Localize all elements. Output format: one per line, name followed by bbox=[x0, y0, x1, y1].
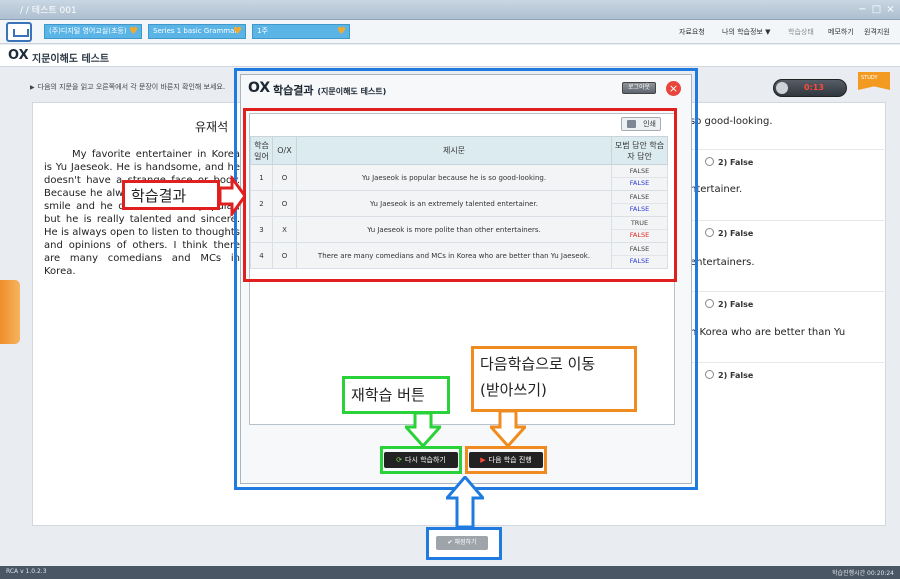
series-select[interactable]: Series 1 basic Grammar ♥ bbox=[148, 24, 246, 39]
question-1-false-option[interactable]: 2) False bbox=[705, 157, 753, 167]
question-2-false-option[interactable]: 2) False bbox=[705, 228, 753, 238]
page-title: 지문이해도 테스트 bbox=[32, 54, 110, 65]
arrow-down-icon bbox=[405, 413, 441, 447]
callout-retry: 재학습 버튼 bbox=[342, 376, 450, 414]
study-badge: STUDY bbox=[858, 72, 890, 90]
version-text: RCA v 1.0.2.3 bbox=[6, 568, 47, 575]
question-3-text: entertainers. bbox=[690, 257, 755, 268]
study-time-text: 학습진행시간 00:20:24 bbox=[832, 570, 894, 577]
callout-next-line2: (받아쓰기) bbox=[480, 381, 547, 399]
side-tab-handle[interactable] bbox=[0, 280, 20, 344]
menu-memo[interactable]: 메모하기 bbox=[828, 27, 854, 37]
course-select-value: (주)디지털 영어교실(초등) bbox=[49, 27, 127, 35]
question-4-false-option[interactable]: 2) False bbox=[705, 370, 753, 380]
study-badge-label: STUDY bbox=[861, 75, 878, 81]
series-select-value: Series 1 basic Grammar bbox=[153, 27, 238, 35]
arrow-right-icon bbox=[220, 176, 246, 216]
submit-button-label: 채점하기 bbox=[454, 539, 477, 546]
question-3-false-option[interactable]: 2) False bbox=[705, 299, 753, 309]
menu-my-info[interactable]: 나의 학습정보 ▼ bbox=[722, 27, 770, 37]
timer-toggle[interactable]: 0:13 bbox=[773, 79, 847, 97]
arrow-down-icon bbox=[490, 411, 526, 447]
status-bar: RCA v 1.0.2.3 학습진행시간 00:20:24 bbox=[0, 566, 900, 579]
next-highlight-outline bbox=[465, 446, 547, 474]
divider bbox=[690, 362, 886, 363]
ox-logo: OX bbox=[8, 48, 29, 63]
app-logo-icon bbox=[6, 22, 32, 42]
favorite-heart-icon: ♥ bbox=[337, 26, 346, 37]
callout-next-line1: 다음학습으로 이동 bbox=[480, 355, 596, 373]
course-select[interactable]: (주)디지털 영어교실(초등) ♥ bbox=[44, 24, 142, 39]
callout-result: 학습결과 bbox=[122, 180, 220, 210]
favorite-heart-icon: ♥ bbox=[233, 26, 242, 37]
favorite-heart-icon: ♥ bbox=[129, 26, 138, 37]
page-header: OX 지문이해도 테스트 bbox=[0, 45, 900, 67]
question-1-text: so good-looking. bbox=[690, 116, 773, 127]
toggle-knob bbox=[776, 82, 788, 94]
menu-bar: (주)디지털 영어교실(초등) ♥ Series 1 basic Grammar ♥… bbox=[0, 20, 900, 44]
instructions-text: 다음의 지문을 읽고 오른쪽에서 각 문장이 바른지 확인해 보세요. bbox=[30, 82, 225, 92]
maximize-icon[interactable]: □ bbox=[870, 3, 883, 16]
question-4-text: n Korea who are better than Yu bbox=[690, 327, 846, 338]
submit-button[interactable]: ✔ 채점하기 bbox=[436, 536, 488, 550]
callout-next: 다음학습으로 이동 (받아쓰기) bbox=[471, 346, 637, 412]
menu-request-data[interactable]: 자료요청 bbox=[679, 27, 705, 37]
menu-remote-support[interactable]: 원격지원 bbox=[864, 27, 890, 37]
retry-highlight-outline bbox=[380, 446, 462, 474]
arrow-up-icon bbox=[446, 476, 484, 528]
close-window-icon[interactable]: × bbox=[884, 3, 897, 16]
timer-label: 0:13 bbox=[804, 83, 824, 92]
divider bbox=[690, 220, 886, 221]
results-highlight-outline bbox=[243, 108, 677, 282]
week-select[interactable]: 1주 ♥ bbox=[252, 24, 350, 39]
week-select-value: 1주 bbox=[257, 27, 268, 35]
window-title: / / 테스트 001 bbox=[20, 6, 77, 16]
passage-text: My favorite entertainer in Korea is Yu J… bbox=[44, 149, 240, 277]
menu-study-status[interactable]: 학습상태 bbox=[788, 27, 814, 37]
divider bbox=[690, 291, 886, 292]
passage-title: 유재석 bbox=[195, 120, 229, 134]
minimize-icon[interactable]: − bbox=[856, 3, 869, 16]
window-titlebar: / / 테스트 001 − □ × bbox=[0, 0, 900, 20]
divider bbox=[690, 149, 886, 150]
